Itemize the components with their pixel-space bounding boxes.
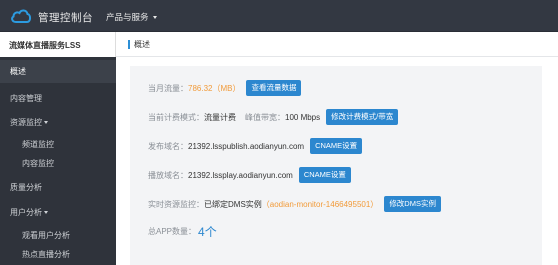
publish-domain-value: 21392.lsspublish.aodianyun.com: [188, 141, 305, 151]
bandwidth-label: 峰值带宽：: [245, 112, 285, 122]
monitor-instance: （aodian-monitor-1466495501）: [261, 199, 379, 209]
sidebar-item-label: 内容管理: [10, 93, 42, 103]
billing-value: 流量计费: [204, 112, 236, 122]
caret-down-icon: [44, 211, 48, 214]
sidebar: 流媒体直播服务LSS 概述 内容管理 资源监控 频道监控 内容监控 质量分析 用…: [0, 32, 116, 265]
sidebar-item-label: 频道监控: [22, 139, 54, 149]
service-title: 流媒体直播服务LSS: [0, 32, 116, 57]
view-traffic-button[interactable]: 查看流量数据: [246, 80, 302, 96]
caret-down-icon: [44, 121, 48, 124]
page-title: 概述: [134, 39, 150, 49]
traffic-label: 当月流量：: [148, 83, 188, 93]
app-count-label: 总APP数量：: [148, 227, 197, 236]
sidebar-item-label: 观看用户分析: [22, 230, 70, 240]
app-count-value: 4个: [198, 225, 217, 239]
sidebar-item-user-analysis[interactable]: 用户分析: [0, 202, 116, 222]
app-count-row: 总APP数量： 4个: [148, 223, 217, 240]
sidebar-item-hot-live-analysis[interactable]: 热点直播分析: [0, 245, 116, 263]
sidebar-item-label: 热点直播分析: [22, 249, 70, 259]
monitor-value: 已绑定DMS实例: [204, 199, 262, 209]
traffic-row: 当月流量： 786.32（MB） 查看流量数据: [148, 80, 302, 96]
overview-panel: 当月流量： 786.32（MB） 查看流量数据 当前计费模式： 流量计费 峰值带…: [130, 66, 542, 265]
sidebar-item-label: 内容监控: [22, 158, 54, 168]
breadcrumb: 概述: [116, 32, 558, 57]
sidebar-item-quality-analysis[interactable]: 质量分析: [0, 177, 116, 197]
modify-billing-button[interactable]: 修改计费模式/带宽: [326, 109, 399, 125]
sidebar-item-label: 用户分析: [10, 207, 42, 217]
modify-dms-button[interactable]: 修改DMS实例: [384, 196, 441, 212]
cloud-logo-icon[interactable]: [10, 7, 32, 25]
main-content: 概述 当月流量： 786.32（MB） 查看流量数据 当前计费模式： 流量计费 …: [116, 32, 558, 265]
play-domain-value: 21392.lssplay.aodianyun.com: [188, 170, 293, 180]
top-bar: 管理控制台 产品与服务: [0, 0, 558, 32]
sidebar-item-content-management[interactable]: 内容管理: [0, 88, 116, 108]
sidebar-item-label: 资源监控: [10, 117, 42, 127]
sidebar-item-resource-monitor[interactable]: 资源监控: [0, 112, 116, 132]
publish-domain-label: 发布域名：: [148, 141, 188, 151]
play-domain-label: 播放域名：: [148, 170, 188, 180]
breadcrumb-marker: [128, 39, 130, 49]
products-menu[interactable]: 产品与服务: [106, 11, 157, 23]
sidebar-item-label: 概述: [10, 67, 26, 76]
bandwidth-value: 100 Mbps: [285, 112, 321, 122]
traffic-value: 786.32（MB）: [188, 83, 241, 93]
monitor-row: 实时资源监控： 已绑定DMS实例 （aodian-monitor-1466495…: [148, 196, 441, 212]
play-cname-button[interactable]: CNAME设置: [298, 167, 351, 183]
publish-domain-row: 发布域名： 21392.lsspublish.aodianyun.com CNA…: [148, 138, 363, 154]
sidebar-item-channel-monitor[interactable]: 频道监控: [0, 135, 116, 153]
billing-row: 当前计费模式： 流量计费 峰值带宽： 100 Mbps 修改计费模式/带宽: [148, 109, 399, 125]
sidebar-item-content-monitor[interactable]: 内容监控: [0, 154, 116, 172]
products-menu-label: 产品与服务: [106, 12, 149, 22]
sidebar-item-viewer-analysis[interactable]: 观看用户分析: [0, 226, 116, 244]
billing-label: 当前计费模式：: [148, 112, 204, 122]
app-title[interactable]: 管理控制台: [38, 10, 93, 25]
sidebar-item-overview[interactable]: 概述: [0, 60, 116, 83]
monitor-label: 实时资源监控：: [148, 199, 204, 209]
sidebar-item-label: 质量分析: [10, 182, 42, 192]
publish-cname-button[interactable]: CNAME设置: [310, 138, 363, 154]
caret-down-icon: [152, 16, 157, 19]
play-domain-row: 播放域名： 21392.lssplay.aodianyun.com CNAME设…: [148, 167, 351, 183]
